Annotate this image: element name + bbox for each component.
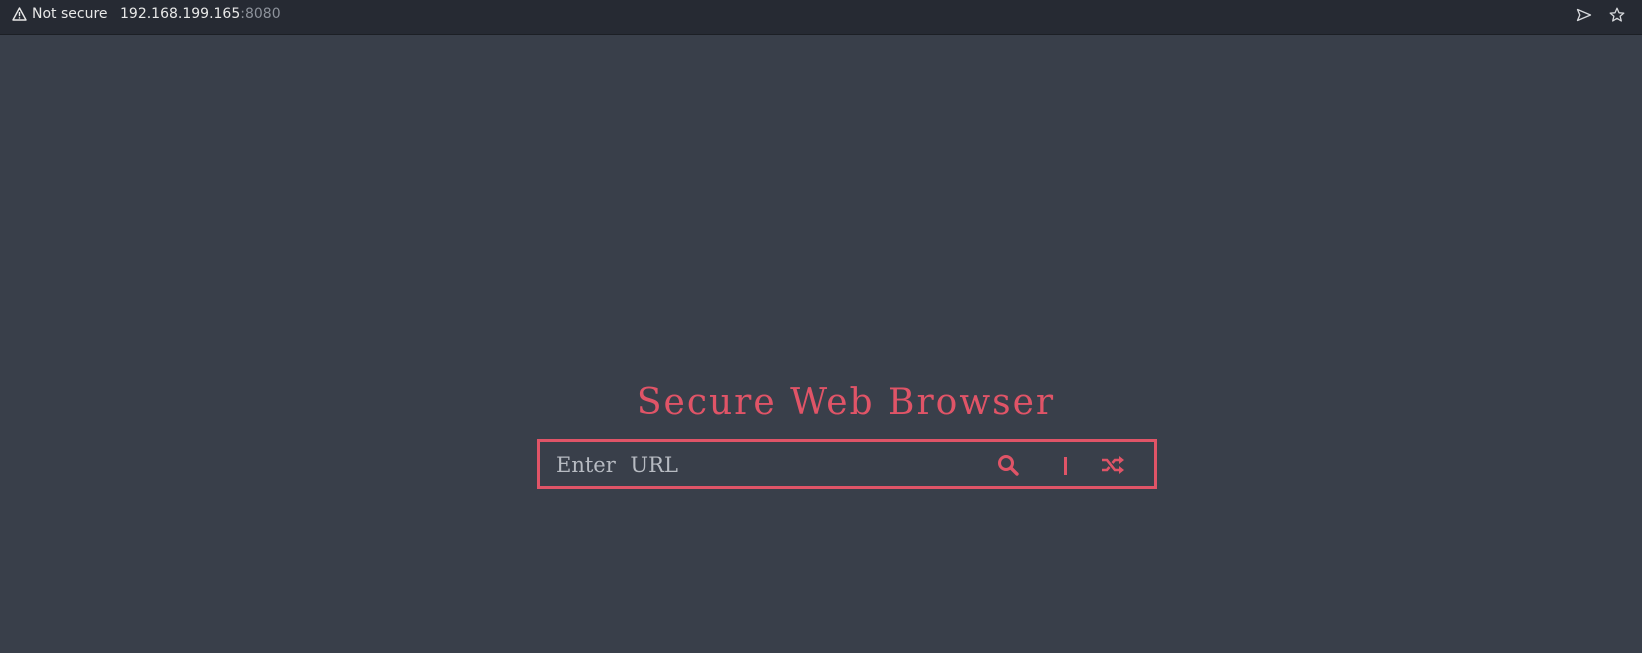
divider <box>1064 457 1067 475</box>
security-indicator[interactable]: Not secure <box>12 4 108 24</box>
url-input[interactable] <box>554 448 958 482</box>
page-title: Secure Web Browser <box>636 382 1056 423</box>
browser-address-bar: Not secure 192.168.199.165:8080 <box>0 0 1642 35</box>
star-icon[interactable] <box>1607 5 1627 25</box>
search-icon[interactable] <box>995 452 1021 478</box>
page-content: Secure Web Browser <box>0 35 1642 653</box>
url-port: :8080 <box>240 6 281 22</box>
security-label: Not secure <box>32 6 108 22</box>
warning-icon <box>12 7 27 21</box>
url-field[interactable]: 192.168.199.165:8080 <box>120 4 281 24</box>
shuffle-icon[interactable] <box>1100 452 1126 478</box>
send-icon[interactable] <box>1574 5 1594 25</box>
url-host: 192.168.199.165 <box>120 6 241 22</box>
search-box <box>537 439 1157 489</box>
